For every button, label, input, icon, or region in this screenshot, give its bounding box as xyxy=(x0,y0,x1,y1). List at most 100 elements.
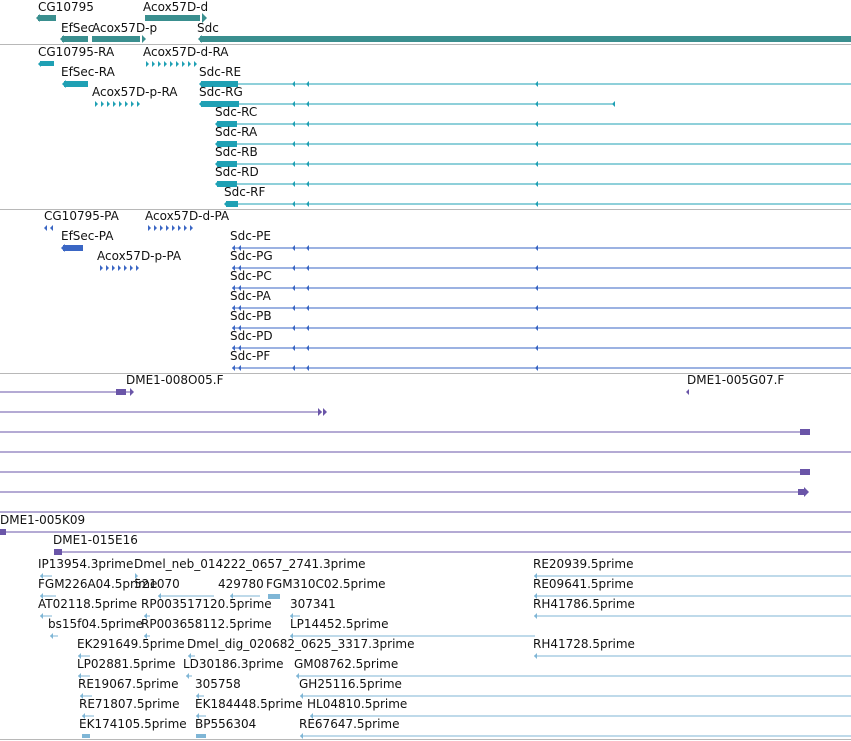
feature-label[interactable]: DME1-005K09 xyxy=(0,513,85,527)
feature-label[interactable]: EfSec-RA xyxy=(61,65,115,79)
feature-label[interactable]: GM08762.5prime xyxy=(294,657,398,671)
protein-glyph xyxy=(292,365,295,371)
est-glyph xyxy=(50,633,53,639)
protein-glyph xyxy=(535,345,538,351)
feature-label[interactable]: Sdc-RB xyxy=(215,145,258,159)
feature-label[interactable]: GH25116.5prime xyxy=(299,677,402,691)
protein-glyph xyxy=(238,365,241,371)
feature-label[interactable]: RE19067.5prime xyxy=(78,677,179,691)
est-glyph xyxy=(196,734,206,738)
protein-glyph xyxy=(292,285,295,291)
transcript-exon xyxy=(226,201,238,207)
feature-label[interactable]: RH41728.5prime xyxy=(533,637,635,651)
feature-label[interactable]: Sdc-RC xyxy=(215,105,257,119)
protein-glyph xyxy=(306,285,309,291)
feature-label[interactable]: Acox57D-d-PA xyxy=(145,209,229,223)
feature-label[interactable]: LP14452.5prime xyxy=(290,617,389,631)
protein-glyph xyxy=(292,305,295,311)
transcript-glyph xyxy=(292,141,295,147)
gene-glyph xyxy=(142,35,146,43)
feature-label[interactable]: BP556304 xyxy=(195,717,256,731)
insertion-glyph xyxy=(0,529,6,535)
feature-label[interactable]: DME1-005G07.F xyxy=(687,373,784,387)
protein-glyph xyxy=(306,325,309,331)
protein-glyph xyxy=(172,225,175,231)
feature-label[interactable]: CG10795-RA xyxy=(38,45,114,59)
feature-label[interactable]: LP02881.5prime xyxy=(77,657,176,671)
protein-glyph xyxy=(63,245,83,251)
feature-label[interactable]: Acox57D-d-RA xyxy=(143,45,229,59)
feature-label[interactable]: RE20939.5prime xyxy=(533,557,634,571)
feature-label[interactable]: Acox57D-p-RA xyxy=(92,85,178,99)
feature-label[interactable]: RE09641.5prime xyxy=(533,577,634,591)
transcript-glyph xyxy=(224,201,227,207)
feature-label[interactable]: IP13954.3prime xyxy=(38,557,133,571)
transcript-glyph xyxy=(119,101,122,107)
feature-label[interactable]: DME1-015E16 xyxy=(53,533,138,547)
feature-label[interactable]: RP003658112.5prime xyxy=(141,617,272,631)
feature-label[interactable]: EK174105.5prime xyxy=(79,717,187,731)
feature-label[interactable]: HL04810.5prime xyxy=(307,697,407,711)
feature-label[interactable]: RH41786.5prime xyxy=(533,597,635,611)
feature-label[interactable]: Sdc-PG xyxy=(230,249,273,263)
feature-label[interactable]: FGM310C02.5prime xyxy=(266,577,386,591)
feature-label[interactable]: EfSec xyxy=(61,21,94,35)
feature-label[interactable]: EK291649.5prime xyxy=(77,637,185,651)
insertion-glyph xyxy=(323,408,327,416)
feature-label[interactable]: RP003517120.5prime xyxy=(141,597,272,611)
feature-label[interactable]: Acox57D-p xyxy=(92,21,157,35)
feature-label[interactable]: Sdc-PF xyxy=(230,349,270,363)
protein-glyph xyxy=(112,265,115,271)
feature-label[interactable]: 521070 xyxy=(134,577,180,591)
transcript-glyph xyxy=(194,61,197,67)
gene-glyph xyxy=(200,36,851,42)
insertion-glyph xyxy=(54,549,62,555)
transcript-glyph xyxy=(535,161,538,167)
transcript-glyph xyxy=(306,101,309,107)
transcript-glyph xyxy=(535,201,538,207)
feature-label[interactable]: Dmel_neb_014222_0657_2741.3prime xyxy=(134,557,366,571)
feature-label[interactable]: DME1-008O05.F xyxy=(126,373,223,387)
feature-label[interactable]: 307341 xyxy=(290,597,336,611)
protein-glyph xyxy=(306,345,309,351)
feature-label[interactable]: Sdc-RA xyxy=(215,125,257,139)
feature-label[interactable]: Sdc-RG xyxy=(199,85,243,99)
gene-glyph xyxy=(92,36,140,42)
gene-glyph xyxy=(62,36,88,42)
feature-label[interactable]: RE71807.5prime xyxy=(79,697,180,711)
feature-label[interactable]: Sdc-RE xyxy=(199,65,241,79)
feature-label[interactable]: Sdc-RD xyxy=(215,165,259,179)
feature-label[interactable]: Sdc-PD xyxy=(230,329,273,343)
feature-label[interactable]: Sdc xyxy=(197,21,219,35)
feature-label[interactable]: EK184448.5prime xyxy=(195,697,303,711)
feature-label[interactable]: Sdc-PC xyxy=(230,269,272,283)
feature-label[interactable]: LD30186.3prime xyxy=(183,657,284,671)
feature-label[interactable]: Dmel_dig_020682_0625_3317.3prime xyxy=(187,637,415,651)
feature-label[interactable]: Acox57D-d xyxy=(143,0,208,14)
feature-label[interactable]: 305758 xyxy=(195,677,241,691)
protein-glyph xyxy=(306,265,309,271)
feature-label[interactable]: EfSec-PA xyxy=(61,229,113,243)
protein-glyph xyxy=(166,225,169,231)
genome-browser-tracks: CG10795 Acox57D-d EfSec Acox57D-p Sdc CG10795… xyxy=(0,0,851,741)
protein-glyph xyxy=(535,365,538,371)
transcript-glyph xyxy=(535,101,538,107)
feature-label[interactable]: AT02118.5prime xyxy=(38,597,137,611)
transcript-glyph xyxy=(535,181,538,187)
transcript-glyph xyxy=(107,101,110,107)
feature-label[interactable]: Sdc-RF xyxy=(224,185,265,199)
feature-label[interactable]: RE67647.5prime xyxy=(299,717,400,731)
feature-label[interactable]: bs15f04.5prime xyxy=(48,617,143,631)
protein-glyph xyxy=(535,285,538,291)
transcript-glyph xyxy=(306,141,309,147)
feature-label[interactable]: Sdc-PB xyxy=(230,309,272,323)
feature-label[interactable]: CG10795-PA xyxy=(44,209,119,223)
est-glyph xyxy=(186,673,189,679)
feature-label[interactable]: Acox57D-p-PA xyxy=(97,249,181,263)
est-glyph xyxy=(40,613,43,619)
feature-label[interactable]: Sdc-PE xyxy=(230,229,271,243)
feature-label[interactable]: CG10795 xyxy=(38,0,94,14)
transcript-glyph xyxy=(306,201,309,207)
feature-label[interactable]: Sdc-PA xyxy=(230,289,271,303)
feature-label[interactable]: 429780 xyxy=(218,577,264,591)
